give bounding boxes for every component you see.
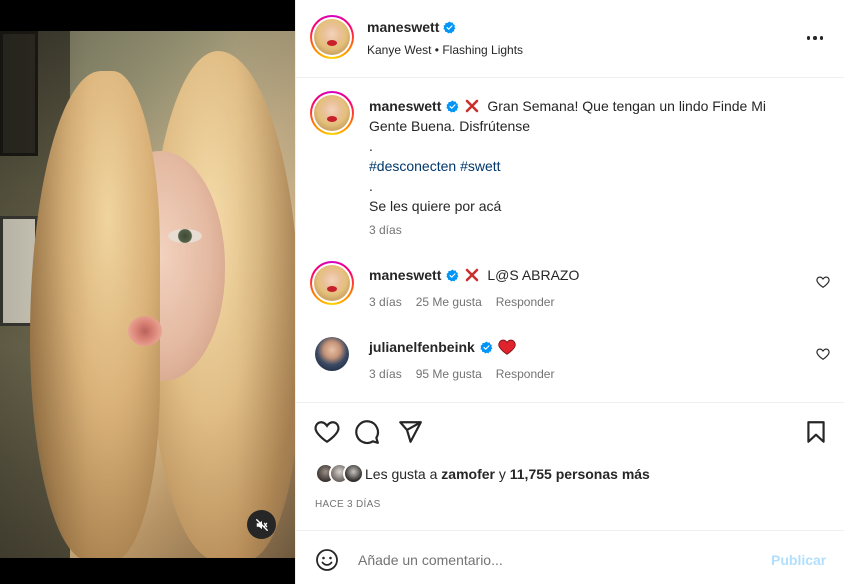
hashtag-link[interactable]: #desconecten [369,158,456,174]
caption-text: maneswett Gran Semana! Que tengan un lin… [369,96,766,214]
comment-username[interactable]: maneswett [369,265,441,285]
comment-avatar[interactable] [315,337,349,371]
comment-input[interactable] [358,548,758,572]
like-comment-heart-icon[interactable] [816,347,830,361]
liker-username[interactable]: zamofer [441,466,495,482]
likes-count[interactable]: 11,755 personas más [510,466,650,482]
caption-time[interactable]: 3 días [369,223,402,237]
comment-avatar[interactable] [310,261,354,305]
post-date[interactable]: HACE 3 DÍAS [315,499,381,510]
caption-username[interactable]: maneswett [369,96,441,116]
verified-badge-icon [446,100,459,112]
mute-button[interactable] [247,510,276,539]
post-video[interactable] [0,31,295,558]
red-heart-emoji-icon [498,339,516,355]
more-options-button[interactable] [804,28,826,48]
author-username[interactable]: maneswett [367,19,456,35]
post-dialog: maneswett Kanye West • Flashing Lights m… [0,0,844,584]
comment-text: maneswett L@S ABRAZO [369,265,580,285]
caption-meta: 3 días [369,223,402,237]
comment-time[interactable]: 3 días [369,367,402,381]
emoji-picker-icon[interactable] [315,548,339,572]
comment-bubble-icon[interactable] [354,419,380,445]
save-bookmark-icon[interactable] [803,419,829,445]
comment-text: julianelfenbeink [369,337,516,357]
likes-summary[interactable]: Les gusta a zamofer y 11,755 personas má… [315,463,650,484]
like-comment-heart-icon[interactable] [816,275,830,289]
reply-button[interactable]: Responder [496,295,555,309]
cross-mark-emoji-icon [466,99,479,113]
speaker-muted-icon [255,518,268,531]
like-heart-icon[interactable] [314,419,340,445]
comment-meta: 3 días 95 Me gusta Responder [369,367,554,381]
comment-likes[interactable]: 95 Me gusta [416,367,482,381]
cross-mark-emoji-icon [466,268,479,282]
comment-username[interactable]: julianelfenbeink [369,337,475,357]
publish-button[interactable]: Publicar [771,552,826,568]
verified-badge-icon [443,21,456,33]
comment-meta: 3 días 25 Me gusta Responder [369,295,554,309]
avatar[interactable] [310,15,354,59]
comments-list: maneswett Gran Semana! Que tengan un lin… [296,79,844,402]
share-paper-plane-icon[interactable] [397,419,423,445]
audio-track[interactable]: Kanye West • Flashing Lights [367,43,523,57]
avatar [343,463,364,484]
post-side-panel: maneswett Kanye West • Flashing Lights m… [295,0,844,584]
post-actions: Les gusta a zamofer y 11,755 personas má… [296,402,844,530]
verified-badge-icon [480,341,493,353]
reply-button[interactable]: Responder [496,367,555,381]
caption-avatar[interactable] [310,91,354,135]
comment-time[interactable]: 3 días [369,295,402,309]
comment-composer: Publicar [296,530,844,584]
comment-likes[interactable]: 25 Me gusta [416,295,482,309]
likers-avatars[interactable] [315,463,364,484]
verified-badge-icon [446,269,459,281]
post-media[interactable] [0,0,295,584]
post-header: maneswett Kanye West • Flashing Lights [296,0,844,78]
hashtag-link[interactable]: #swett [460,158,500,174]
